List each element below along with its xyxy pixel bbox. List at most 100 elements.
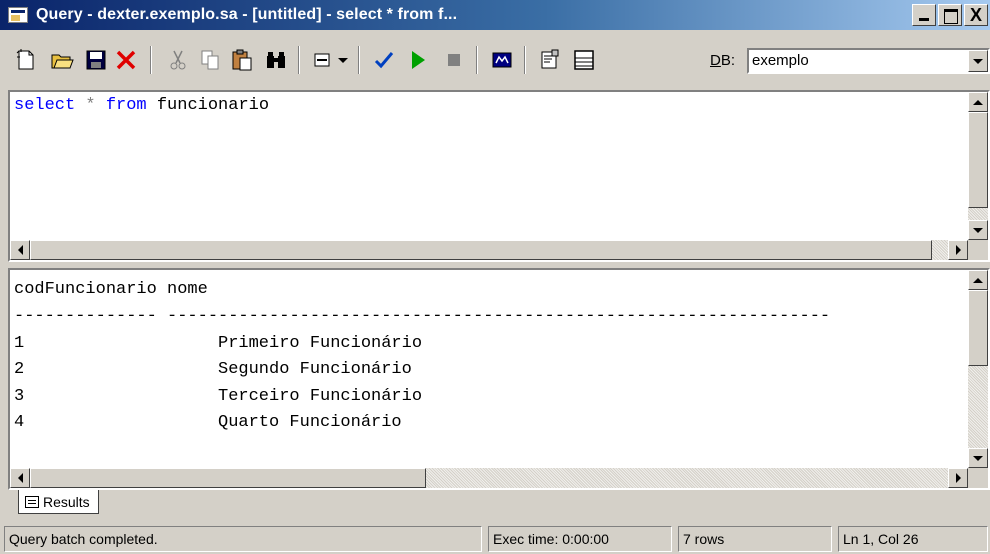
database-select[interactable]: exemplo — [747, 48, 990, 74]
results-header: codFuncionario nome — [14, 280, 208, 299]
scroll-up-button[interactable] — [968, 92, 988, 112]
query-mode-dropdown[interactable] — [334, 46, 352, 74]
results-vertical-scrollbar[interactable] — [968, 270, 988, 468]
results-pane[interactable]: codFuncionario nome -------------- -----… — [8, 268, 990, 490]
cell-nome: Quarto Funcionário — [218, 413, 402, 432]
tab-results[interactable]: Results — [18, 490, 99, 514]
cut-button[interactable] — [164, 46, 192, 74]
editor-hscroll-thumb[interactable] — [30, 240, 932, 260]
paste-button[interactable] — [228, 46, 256, 74]
editor-horizontal-scrollbar[interactable] — [10, 240, 968, 260]
save-button[interactable] — [82, 46, 110, 74]
query-window-icon[interactable] — [8, 7, 28, 23]
table-row[interactable]: 2 Segundo Funcionário — [14, 360, 412, 379]
results-horizontal-scrollbar[interactable] — [10, 468, 968, 488]
folder-open-icon — [51, 54, 74, 69]
red-x-icon — [116, 50, 136, 70]
window-controls: X — [910, 4, 988, 26]
database-dropdown-button[interactable] — [968, 50, 988, 72]
scroll-down-button[interactable] — [968, 220, 988, 240]
database-select-value: exemplo — [752, 52, 809, 69]
keyword-from: from — [105, 96, 147, 115]
close-button[interactable]: X — [964, 4, 988, 26]
arrow-down-icon — [973, 455, 983, 461]
scroll-right-button[interactable] — [948, 240, 968, 260]
status-exec-time: Exec time: 0:00:00 — [488, 526, 672, 552]
scroll-up-button[interactable] — [968, 270, 988, 290]
results-pane-button[interactable] — [570, 46, 598, 74]
cell-nome: Terceiro Funcionário — [218, 387, 423, 406]
plan-icon — [492, 52, 512, 68]
execute-button[interactable] — [404, 46, 432, 74]
database-label: DB: — [710, 52, 735, 69]
query-text[interactable]: select * from funcionario — [14, 96, 269, 115]
cancel-query-button[interactable] — [440, 46, 468, 74]
cell-cod: 1 — [14, 334, 25, 353]
chevron-down-icon — [973, 58, 983, 64]
cell-cod: 4 — [14, 413, 25, 432]
floppy-disk-icon — [86, 50, 106, 70]
find-button[interactable] — [262, 46, 290, 74]
result-tabs: Results — [8, 490, 990, 514]
cell-cod: 2 — [14, 360, 25, 379]
options-button[interactable] — [536, 46, 564, 74]
status-row-count: 7 rows — [678, 526, 832, 552]
select-star: * — [85, 96, 96, 115]
properties-icon — [541, 49, 559, 69]
arrow-down-icon — [973, 227, 983, 233]
toolbar: DB: exemplo — [0, 30, 990, 88]
scroll-down-button[interactable] — [968, 448, 988, 468]
table-row[interactable]: 3 Terceiro Funcionário — [14, 387, 422, 406]
arrow-right-icon — [955, 473, 961, 483]
window-title: Query - dexter.exemplo.sa - [untitled] -… — [36, 6, 458, 23]
query-editor[interactable]: select * from funcionario — [8, 90, 990, 262]
editor-vertical-scrollbar[interactable] — [968, 92, 988, 240]
binoculars-icon — [267, 52, 285, 68]
results-vscroll-thumb[interactable] — [968, 290, 988, 366]
new-query-button[interactable] — [12, 46, 40, 74]
table-name: funcionario — [156, 96, 270, 115]
scroll-left-button[interactable] — [10, 468, 30, 488]
results-pane-icon — [574, 50, 594, 70]
chevron-down-icon — [338, 57, 348, 63]
maximize-button[interactable] — [938, 4, 962, 26]
cell-cod: 3 — [14, 387, 25, 406]
status-message: Query batch completed. — [4, 526, 482, 552]
grid-dropdown-icon — [314, 53, 330, 67]
parse-button[interactable] — [370, 46, 398, 74]
arrow-right-icon — [955, 245, 961, 255]
scroll-right-button[interactable] — [948, 468, 968, 488]
show-plan-button[interactable] — [488, 46, 516, 74]
database-label-text: B: — [720, 52, 736, 69]
play-icon — [412, 51, 425, 69]
scroll-left-button[interactable] — [10, 240, 30, 260]
delete-button[interactable] — [112, 46, 140, 74]
arrow-up-icon — [973, 277, 983, 283]
checkmark-icon — [374, 52, 394, 69]
scroll-corner — [968, 468, 988, 488]
cell-nome: Segundo Funcionário — [218, 360, 412, 379]
open-button[interactable] — [48, 46, 76, 74]
title-bar[interactable]: Query - dexter.exemplo.sa - [untitled] -… — [0, 0, 990, 30]
minimize-button[interactable] — [912, 4, 936, 26]
scroll-corner — [968, 240, 988, 260]
editor-vscroll-thumb[interactable] — [968, 112, 988, 208]
copy-icon — [201, 50, 219, 70]
tab-results-label: Results — [43, 493, 90, 510]
results-grid-icon — [25, 495, 39, 508]
arrow-up-icon — [973, 99, 983, 105]
arrow-left-icon — [17, 245, 23, 255]
table-row[interactable]: 1 Primeiro Funcionário — [14, 334, 422, 353]
new-document-icon — [16, 49, 34, 70]
results-hscroll-thumb[interactable] — [30, 468, 426, 488]
table-row[interactable]: 4 Quarto Funcionário — [14, 413, 402, 432]
cell-nome: Primeiro Funcionário — [218, 334, 423, 353]
stop-icon — [448, 54, 460, 66]
results-separator: -------------- -------------------------… — [14, 307, 831, 326]
arrow-left-icon — [17, 473, 23, 483]
clipboard-icon — [232, 49, 252, 71]
database-label-accesskey: D — [710, 52, 721, 69]
scissors-icon — [170, 50, 186, 70]
copy-button[interactable] — [196, 46, 224, 74]
status-bar: Query batch completed. Exec time: 0:00:0… — [0, 524, 990, 554]
